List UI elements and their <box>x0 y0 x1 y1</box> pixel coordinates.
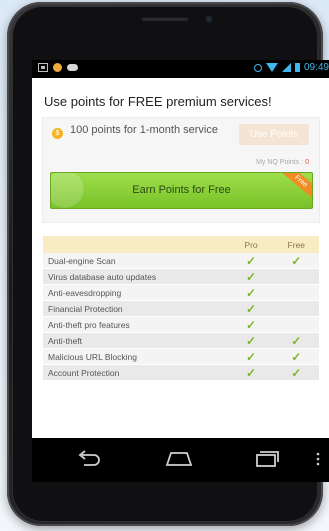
table-row: Virus database auto updates ✓ <box>43 268 319 285</box>
feature-comparison-table: Pro Free Dual-engine Scan ✓ ✓ Virus databas… <box>43 236 319 381</box>
checkmark-icon: ✓ <box>246 269 257 284</box>
cloud-icon <box>67 64 78 71</box>
phone-screen: 09:49 Use points for FREE premium servic… <box>32 60 329 482</box>
signal-icon <box>281 63 291 72</box>
checkmark-icon: ✓ <box>246 365 257 380</box>
free-cell: ✓ <box>273 364 319 381</box>
feature-name: Malicious URL Blocking <box>43 348 229 365</box>
offer-card: $ 100 points for 1-month service Use Poi… <box>42 117 320 223</box>
table-row: Anti-theft ✓ ✓ <box>43 332 319 349</box>
pro-cell: ✓ <box>228 253 274 269</box>
free-ribbon-badge: Free <box>281 173 312 200</box>
earpiece-speaker <box>141 16 189 21</box>
feature-name: Anti-eavesdropping <box>43 284 229 301</box>
checkmark-icon: ✓ <box>246 253 257 268</box>
status-bar-notifications <box>38 63 78 72</box>
table-row: Account Protection ✓ ✓ <box>43 364 319 381</box>
table-row: Anti-eavesdropping ✓ <box>43 284 319 301</box>
free-cell: ✓ <box>273 332 319 349</box>
checkmark-icon: ✓ <box>291 333 302 348</box>
earn-button-decoration <box>51 173 121 208</box>
wifi-icon <box>265 63 278 72</box>
feature-name: Virus database auto updates <box>43 268 229 285</box>
my-points: My NQ Points : 0 <box>256 159 309 166</box>
use-points-button[interactable]: Use Points <box>239 124 309 145</box>
pro-cell: ✓ <box>228 316 274 333</box>
status-bar: 09:49 <box>32 60 329 78</box>
free-cell: ✓ <box>273 348 319 365</box>
coin-icon: $ <box>52 128 63 139</box>
pro-column-header: Pro <box>228 236 274 253</box>
feature-name: Account Protection <box>43 364 229 381</box>
earn-points-label: Earn Points for Free <box>132 184 231 196</box>
my-points-value: 0 <box>305 159 309 166</box>
table-row: Financial Protection ✓ <box>43 300 319 317</box>
checkmark-icon: ✓ <box>291 253 302 268</box>
feature-column-header <box>43 236 229 253</box>
feature-name: Anti-theft <box>43 332 229 349</box>
notification-dot-icon <box>53 63 62 72</box>
overflow-menu-icon[interactable] <box>316 450 320 468</box>
free-cell: ✓ <box>273 253 319 269</box>
offer-description: 100 points for 1-month service <box>70 124 218 136</box>
table-row: Dual-engine Scan ✓ ✓ <box>43 253 319 269</box>
page-title: Use points for FREE premium services! <box>44 94 272 109</box>
recent-apps-icon[interactable] <box>254 450 280 468</box>
alarm-icon <box>253 63 262 72</box>
feature-rows: Dual-engine Scan ✓ ✓ Virus database auto up… <box>43 253 319 381</box>
checkmark-icon: ✓ <box>291 365 302 380</box>
free-cell <box>273 300 319 317</box>
checkmark-icon: ✓ <box>291 349 302 364</box>
checkmark-icon: ✓ <box>246 333 257 348</box>
clock: 09:49 <box>303 62 329 73</box>
pro-cell: ✓ <box>228 268 274 285</box>
navigation-bar <box>32 438 329 482</box>
checkmark-icon: ✓ <box>246 285 257 300</box>
free-column-header: Free <box>273 236 319 253</box>
feature-name: Dual-engine Scan <box>43 253 229 269</box>
pro-cell: ✓ <box>228 300 274 317</box>
pro-cell: ✓ <box>228 348 274 365</box>
phone-frame: 09:49 Use points for FREE premium servic… <box>7 2 329 526</box>
front-camera <box>205 15 213 23</box>
home-icon[interactable] <box>164 450 194 468</box>
free-cell <box>273 316 319 333</box>
checkmark-icon: ✓ <box>246 317 257 332</box>
screenshot-icon <box>38 63 48 72</box>
status-bar-system: 09:49 <box>253 62 329 73</box>
feature-name: Anti-theft pro features <box>43 316 229 333</box>
my-points-label: My NQ Points : <box>256 159 304 166</box>
free-cell <box>273 268 319 285</box>
feature-name: Financial Protection <box>43 300 229 317</box>
table-row: Malicious URL Blocking ✓ ✓ <box>43 348 319 365</box>
checkmark-icon: ✓ <box>246 301 257 316</box>
table-row: Anti-theft pro features ✓ <box>43 316 319 333</box>
pro-cell: ✓ <box>228 284 274 301</box>
checkmark-icon: ✓ <box>246 349 257 364</box>
pro-cell: ✓ <box>228 364 274 381</box>
table-header-row: Pro Free <box>43 236 319 253</box>
earn-points-button[interactable]: Earn Points for Free Free <box>50 172 313 209</box>
pro-cell: ✓ <box>228 332 274 349</box>
free-cell <box>273 284 319 301</box>
battery-icon <box>294 63 300 72</box>
back-icon[interactable] <box>76 450 102 468</box>
